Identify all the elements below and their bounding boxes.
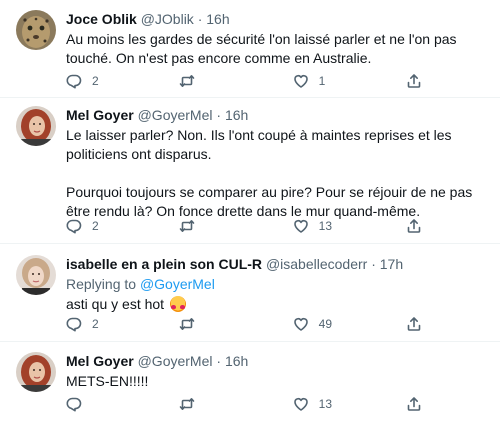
avatar[interactable] xyxy=(16,106,56,146)
like-button[interactable]: 13 xyxy=(293,218,373,234)
retweet-icon xyxy=(180,318,195,330)
like-count: 13 xyxy=(318,219,333,233)
reply-button[interactable] xyxy=(66,396,146,412)
tweet-isabelle[interactable]: isabelle en a plein son CUL-R @isabellec… xyxy=(0,244,500,342)
separator: · xyxy=(216,353,222,369)
like-icon xyxy=(293,398,308,411)
tweet-paragraph: Au moins les gardes de sécurité l'on lai… xyxy=(66,31,457,66)
like-icon xyxy=(293,220,308,233)
avatar[interactable] xyxy=(16,10,56,50)
user-handle[interactable]: @GoyerMel xyxy=(138,107,213,123)
tweet-text: METS-EN!!!!! xyxy=(66,372,488,391)
reply-button[interactable]: 2 xyxy=(66,73,146,89)
share-icon xyxy=(407,397,421,411)
replying-to-label: Replying to xyxy=(66,276,137,292)
display-name[interactable]: isabelle en a plein son CUL-R xyxy=(66,256,262,272)
tweet-header: Joce Oblik @JOblik · 16h xyxy=(66,10,488,28)
timestamp[interactable]: 17h xyxy=(380,256,403,272)
separator: · xyxy=(216,107,222,123)
retweet-button[interactable] xyxy=(179,218,259,234)
avatar[interactable] xyxy=(16,255,56,295)
reply-button[interactable]: 2 xyxy=(66,316,146,332)
retweet-button[interactable] xyxy=(179,316,259,332)
woman-avatar-image xyxy=(16,352,56,392)
woman-avatar-image xyxy=(16,106,56,146)
tweet-paragraph: METS-EN!!!!! xyxy=(66,373,149,389)
like-button[interactable]: 1 xyxy=(293,73,373,89)
reply-count: 2 xyxy=(92,219,99,233)
reply-icon xyxy=(66,219,82,234)
retweet-button[interactable] xyxy=(179,396,259,412)
reply-count: 2 xyxy=(92,74,99,88)
reply-icon xyxy=(66,397,82,412)
user-handle[interactable]: @JOblik xyxy=(141,11,194,27)
smiling-face-with-hearts-icon xyxy=(169,296,186,312)
share-button[interactable] xyxy=(406,218,426,234)
share-icon xyxy=(407,219,421,233)
tweet-paragraph: Le laisser parler? Non. Ils l'ont coupé … xyxy=(66,127,452,162)
share-button[interactable] xyxy=(406,316,426,332)
like-button[interactable]: 13 xyxy=(293,396,373,412)
like-icon xyxy=(293,75,308,88)
like-count: 49 xyxy=(318,317,333,331)
user-handle[interactable]: @GoyerMel xyxy=(138,353,213,369)
separator: · xyxy=(197,11,203,27)
share-icon xyxy=(407,317,421,331)
tweet-actions: 2 1 xyxy=(66,70,426,92)
display-name[interactable]: Joce Oblik xyxy=(66,11,137,27)
retweet-icon xyxy=(180,75,195,87)
tweet-text: Au moins les gardes de sécurité l'on lai… xyxy=(66,30,488,68)
reply-icon xyxy=(66,317,82,332)
tweet-actions: 13 xyxy=(66,393,426,415)
avatar[interactable] xyxy=(16,352,56,392)
tweet-header: Mel Goyer @GoyerMel · 16h xyxy=(66,106,488,124)
tweet-joce-oblik[interactable]: Joce Oblik @JOblik · 16h Au moins les ga… xyxy=(0,0,500,98)
retweet-icon xyxy=(180,220,195,232)
timestamp[interactable]: 16h xyxy=(206,11,229,27)
tweet-feed: Joce Oblik @JOblik · 16h Au moins les ga… xyxy=(0,0,500,435)
tweet-header: Mel Goyer @GoyerMel · 16h xyxy=(66,352,488,370)
tweet-paragraph: asti qu y est hot xyxy=(66,296,165,312)
timestamp[interactable]: 16h xyxy=(225,353,248,369)
share-button[interactable] xyxy=(406,73,426,89)
woman-avatar-image xyxy=(16,255,56,295)
leopard-avatar-image xyxy=(16,10,56,50)
tweet-header: isabelle en a plein son CUL-R @isabellec… xyxy=(66,255,488,273)
separator: · xyxy=(371,256,376,272)
like-button[interactable]: 49 xyxy=(293,316,373,332)
tweet-mel-goyer-2[interactable]: Mel Goyer @GoyerMel · 16h METS-EN!!!!! 1… xyxy=(0,342,500,435)
tweet-text: asti qu y est hot xyxy=(66,295,488,314)
retweet-button[interactable] xyxy=(179,73,259,89)
share-icon xyxy=(407,74,421,88)
reply-button[interactable]: 2 xyxy=(66,218,146,234)
like-count: 1 xyxy=(318,74,326,88)
timestamp[interactable]: 16h xyxy=(225,107,248,123)
replying-to-handle[interactable]: @GoyerMel xyxy=(140,276,215,292)
user-handle[interactable]: @isabellecoderr xyxy=(266,256,367,272)
like-count: 13 xyxy=(318,397,333,411)
tweet-text: Le laisser parler? Non. Ils l'ont coupé … xyxy=(66,126,488,221)
display-name[interactable]: Mel Goyer xyxy=(66,107,134,123)
share-button[interactable] xyxy=(406,396,426,412)
reply-icon xyxy=(66,74,82,89)
tweet-mel-goyer[interactable]: Mel Goyer @GoyerMel · 16h Le laisser par… xyxy=(0,98,500,244)
tweet-actions: 2 49 xyxy=(66,313,426,335)
tweet-actions: 2 13 xyxy=(66,215,426,237)
display-name[interactable]: Mel Goyer xyxy=(66,353,134,369)
retweet-icon xyxy=(180,398,195,410)
replying-to: Replying to @GoyerMel xyxy=(66,275,488,293)
like-icon xyxy=(293,318,308,331)
reply-count: 2 xyxy=(92,317,99,331)
